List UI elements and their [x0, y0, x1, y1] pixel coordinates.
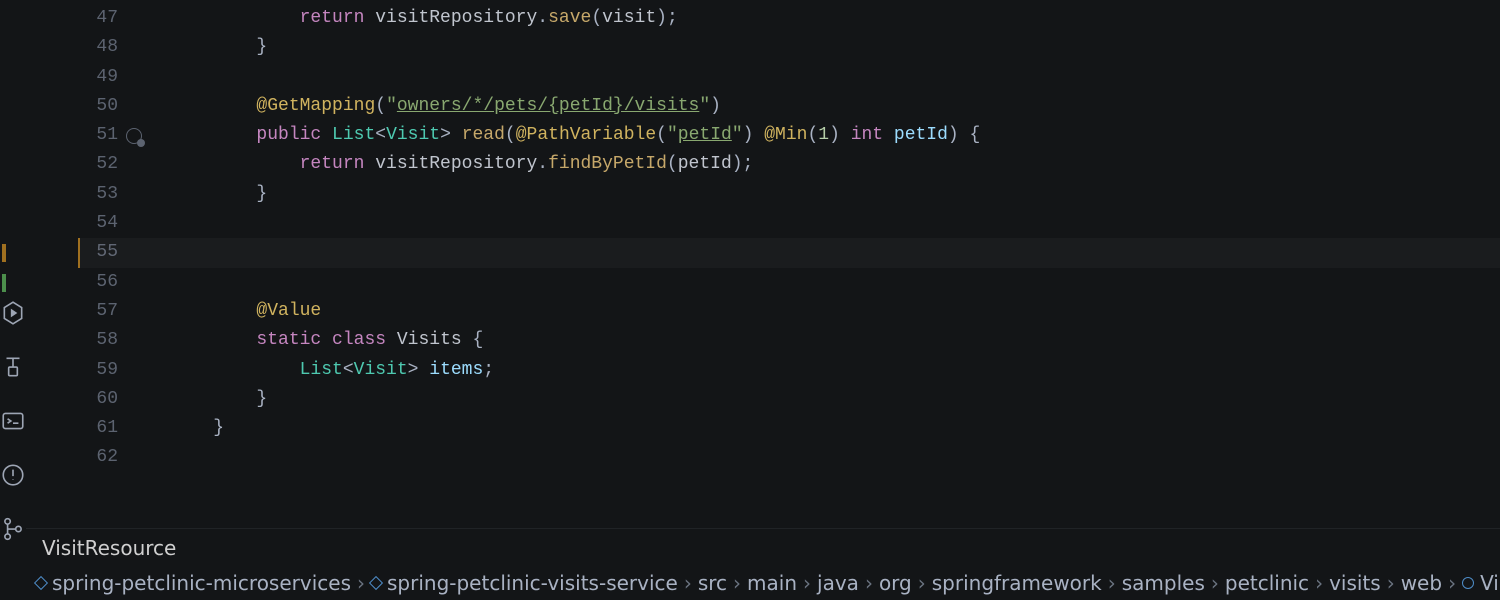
breadcrumb-label: spring-petclinic-visits-service	[387, 571, 678, 595]
code-line[interactable]	[170, 238, 1500, 267]
structure-tab-label: VisitResource	[42, 536, 176, 560]
line-number[interactable]: 53	[26, 180, 118, 209]
chevron-right-icon: ›	[1211, 571, 1219, 595]
code-line[interactable]: public List<Visit> read(@PathVariable("p…	[170, 121, 1500, 150]
breadcrumb-item[interactable]: petclinic	[1225, 571, 1309, 595]
code-area[interactable]: 47484950515253545556575859606162 return …	[26, 0, 1500, 528]
code-line[interactable]: static class Visits {	[170, 326, 1500, 355]
breadcrumb-label: main	[747, 571, 797, 595]
line-number[interactable]: 58	[26, 326, 118, 355]
chevron-right-icon: ›	[357, 571, 365, 595]
breadcrumb-label: petclinic	[1225, 571, 1309, 595]
editor-area: 47484950515253545556575859606162 return …	[26, 0, 1500, 600]
git-icon[interactable]	[0, 516, 26, 542]
breadcrumb-label: springframework	[932, 571, 1102, 595]
breadcrumb-label: java	[817, 571, 859, 595]
breadcrumb-label: samples	[1122, 571, 1205, 595]
line-number[interactable]: 49	[26, 63, 118, 92]
module-icon	[369, 576, 383, 590]
problems-icon[interactable]	[0, 462, 26, 488]
current-line-highlight	[78, 238, 1500, 267]
breadcrumb-label: spring-petclinic-microservices	[52, 571, 351, 595]
line-number[interactable]: 57	[26, 297, 118, 326]
code-line[interactable]	[170, 63, 1500, 92]
structure-tab[interactable]: VisitResource	[26, 528, 1500, 566]
breadcrumb-label: src	[698, 571, 727, 595]
breadcrumb-item[interactable]: samples	[1122, 571, 1205, 595]
code-line[interactable]: @Value	[170, 297, 1500, 326]
breadcrumb-item[interactable]: springframework	[932, 571, 1102, 595]
services-icon[interactable]	[0, 354, 26, 380]
code-line[interactable]: }	[170, 414, 1500, 443]
line-number[interactable]: 56	[26, 268, 118, 297]
code-line[interactable]: List<Visit> items;	[170, 356, 1500, 385]
line-number[interactable]: 61	[26, 414, 118, 443]
change-marker[interactable]	[2, 274, 6, 292]
line-number[interactable]: 50	[26, 92, 118, 121]
change-marker[interactable]	[2, 244, 6, 262]
code-line[interactable]	[170, 209, 1500, 238]
chevron-right-icon: ›	[803, 571, 811, 595]
line-number[interactable]: 52	[26, 150, 118, 179]
chevron-right-icon: ›	[1387, 571, 1395, 595]
code-content[interactable]: return visitRepository.save(visit); } @G…	[118, 0, 1500, 528]
code-line[interactable]: }	[170, 385, 1500, 414]
code-line[interactable]: return visitRepository.save(visit);	[170, 4, 1500, 33]
code-line[interactable]	[170, 268, 1500, 297]
breadcrumb-item[interactable]: Vi	[1462, 571, 1499, 595]
module-icon	[34, 576, 48, 590]
line-number[interactable]: 47	[26, 4, 118, 33]
line-number[interactable]: 60	[26, 385, 118, 414]
breadcrumb-item[interactable]: java	[817, 571, 859, 595]
code-line[interactable]	[170, 443, 1500, 472]
class-icon	[1462, 577, 1474, 589]
activity-bar	[0, 0, 26, 600]
line-number[interactable]: 62	[26, 443, 118, 472]
line-number[interactable]: 51	[26, 121, 118, 150]
breadcrumb-label: web	[1401, 571, 1442, 595]
breadcrumb-label: org	[879, 571, 912, 595]
line-number[interactable]: 48	[26, 33, 118, 62]
line-number[interactable]: 59	[26, 356, 118, 385]
breadcrumb-label: visits	[1329, 571, 1381, 595]
breadcrumbs[interactable]: spring-petclinic-microservices›spring-pe…	[26, 566, 1500, 600]
chevron-right-icon: ›	[684, 571, 692, 595]
terminal-icon[interactable]	[0, 408, 26, 434]
chevron-right-icon: ›	[918, 571, 926, 595]
breadcrumb-item[interactable]: src	[698, 571, 727, 595]
line-number[interactable]: 54	[26, 209, 118, 238]
breadcrumb-item[interactable]: main	[747, 571, 797, 595]
code-line[interactable]: }	[170, 33, 1500, 62]
run-icon[interactable]	[0, 300, 26, 326]
chevron-right-icon: ›	[1448, 571, 1456, 595]
breadcrumb-item[interactable]: spring-petclinic-microservices	[36, 571, 351, 595]
breadcrumb-item[interactable]: visits	[1329, 571, 1381, 595]
breadcrumb-item[interactable]: spring-petclinic-visits-service	[371, 571, 678, 595]
chevron-right-icon: ›	[865, 571, 873, 595]
code-line[interactable]: }	[170, 180, 1500, 209]
chevron-right-icon: ›	[733, 571, 741, 595]
breadcrumb-label: Vi	[1480, 571, 1499, 595]
breadcrumb-item[interactable]: web	[1401, 571, 1442, 595]
code-line[interactable]: return visitRepository.findByPetId(petId…	[170, 150, 1500, 179]
code-line[interactable]: @GetMapping("owners/*/pets/{petId}/visit…	[170, 92, 1500, 121]
chevron-right-icon: ›	[1315, 571, 1323, 595]
breadcrumb-item[interactable]: org	[879, 571, 912, 595]
chevron-right-icon: ›	[1108, 571, 1116, 595]
